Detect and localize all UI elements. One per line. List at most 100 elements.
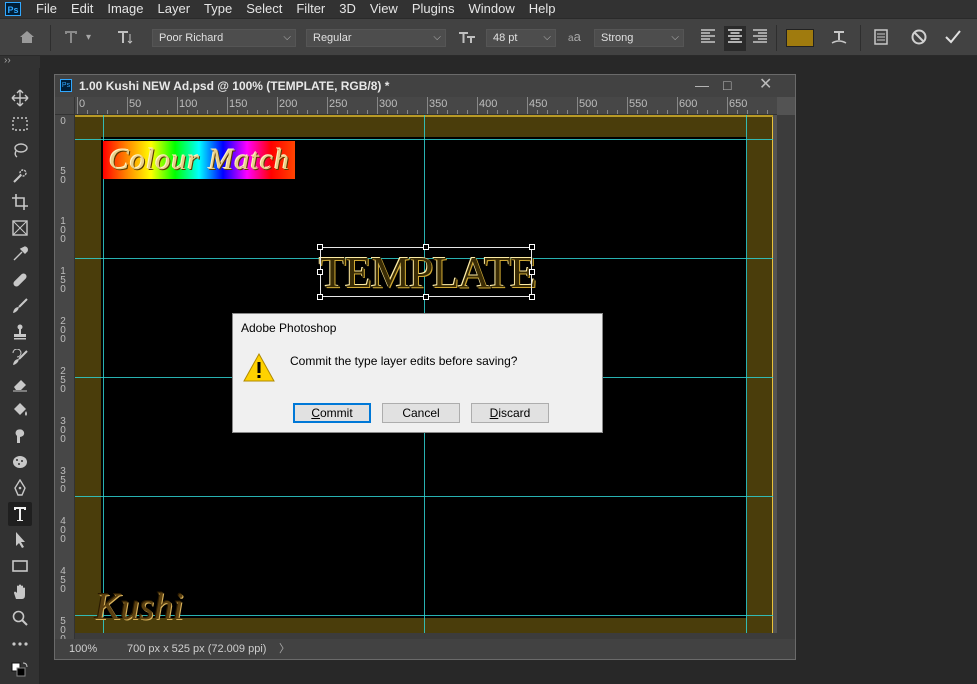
ruler-origin[interactable] [55,97,75,115]
ruler-label: 200 [60,316,66,345]
history-brush-tool-icon[interactable] [8,346,32,370]
vertical-ruler[interactable]: 0 50 100 150 200 250 300 350 400 450 500 [55,115,75,640]
font-style-select[interactable]: Regular ⌵ [306,29,446,47]
menu-type[interactable]: Type [197,0,239,18]
guide-vertical[interactable] [103,115,104,638]
transform-handle[interactable] [529,244,535,250]
menu-edit[interactable]: Edit [64,0,100,18]
commit-button[interactable]: Commit [293,403,371,423]
paint-bucket-tool-icon[interactable] [8,398,32,422]
text-bounding-box[interactable] [320,247,532,297]
healing-brush-tool-icon[interactable] [8,268,32,292]
cancel-button[interactable]: Cancel [382,403,460,423]
antialias-value: Strong [601,32,634,44]
pen-tool-icon[interactable] [8,476,32,500]
type-tool-preset-icon[interactable] [62,28,80,51]
ruler-tick [527,97,528,114]
chevron-down-icon[interactable]: ▾ [86,32,91,43]
menu-select[interactable]: Select [239,0,289,18]
quick-selection-tool-icon[interactable] [8,164,32,188]
type-tool-icon[interactable] [8,502,32,526]
antialias-select[interactable]: Strong ⌵ [594,29,684,47]
transform-handle[interactable] [423,294,429,300]
ruler-tick [287,110,288,114]
eraser-tool-icon[interactable] [8,372,32,396]
path-selection-tool-icon[interactable] [8,528,32,552]
menu-image[interactable]: Image [100,0,150,18]
toolbar-collapse[interactable]: ›› [0,56,40,68]
cancel-edits-icon[interactable] [910,28,928,51]
align-right-icon[interactable] [752,28,768,49]
eyedropper-tool-icon[interactable] [8,242,32,266]
font-family-select[interactable]: Poor Richard ⌵ [152,29,296,47]
sponge-tool-icon[interactable] [8,450,32,474]
chevron-down-icon: ⌵ [543,32,551,43]
frame-tool-icon[interactable] [8,216,32,240]
home-icon[interactable] [18,28,36,51]
text-color-swatch[interactable] [786,29,814,47]
marquee-tool-icon[interactable] [8,112,32,136]
ruler-tick [177,97,178,114]
ruler-tick [137,110,138,114]
document-info[interactable]: 700 px x 525 px (72.009 ppi) [127,639,266,659]
ruler-tick [767,110,768,114]
clone-stamp-tool-icon[interactable] [8,320,32,344]
foreground-background-colors-icon[interactable] [8,658,32,682]
menu-window[interactable]: Window [461,0,521,18]
ruler-tick [397,110,398,114]
menu-layer[interactable]: Layer [151,0,198,18]
move-tool-icon[interactable] [8,86,32,110]
transform-handle[interactable] [529,294,535,300]
transform-handle[interactable] [317,294,323,300]
zoom-tool-icon[interactable] [8,606,32,630]
ruler-tick [77,97,78,114]
lasso-tool-icon[interactable] [8,138,32,162]
warp-text-icon[interactable] [830,28,848,51]
maximize-icon[interactable]: □ [723,75,731,97]
ruler-tick [597,110,598,114]
menu-filter[interactable]: Filter [289,0,332,18]
close-icon[interactable]: ✕ [759,75,772,97]
ruler-label: 0 [79,98,86,110]
ruler-tick [127,97,128,114]
zoom-level[interactable]: 100% [69,639,97,659]
ruler-label: 250 [329,98,348,110]
smudge-tool-icon[interactable] [8,424,32,448]
commit-edits-icon[interactable] [944,28,962,51]
align-left-icon[interactable] [700,28,716,49]
transform-handle[interactable] [529,269,535,275]
more-tools-icon[interactable] [8,632,32,656]
document-tab[interactable]: Ps 1.00 Kushi NEW Ad.psd @ 100% (TEMPLAT… [55,75,795,97]
ruler-tick [297,110,298,114]
hand-tool-icon[interactable] [8,580,32,604]
discard-button[interactable]: Discard [471,403,549,423]
colour-match-logo[interactable]: Colour Match [103,141,295,179]
kushi-logo-text[interactable]: Kushi [95,585,184,629]
ruler-tick [87,110,88,114]
ruler-tick [687,110,688,114]
minimize-icon[interactable]: — [695,75,709,97]
status-menu-arrow[interactable]: 〉 [279,639,290,659]
menu-help[interactable]: Help [522,0,563,18]
horizontal-ruler[interactable]: 0 50 100 150 200 250 300 350 400 450 500 550 600 650 [75,97,777,115]
crop-tool-icon[interactable] [8,190,32,214]
menu-3d[interactable]: 3D [332,0,363,18]
dialog-message: Commit the type layer edits before savin… [290,354,518,368]
align-center-icon[interactable] [724,26,746,51]
toggle-text-orientation-icon[interactable] [116,28,134,51]
menu-plugins[interactable]: Plugins [405,0,462,18]
transform-handle[interactable] [317,269,323,275]
ruler-tick [347,110,348,114]
antialias-icon: aa [568,29,581,44]
vertical-scrollbar[interactable] [777,115,795,640]
guide-vertical[interactable] [746,115,747,638]
character-panel-icon[interactable] [872,28,890,51]
transform-handle[interactable] [317,244,323,250]
font-size-select[interactable]: 48 pt ⌵ [486,29,556,47]
transform-handle[interactable] [423,244,429,250]
menu-file[interactable]: File [29,0,64,18]
menu-view[interactable]: View [363,0,405,18]
rectangle-tool-icon[interactable] [8,554,32,578]
brush-tool-icon[interactable] [8,294,32,318]
ruler-tick [537,110,538,114]
